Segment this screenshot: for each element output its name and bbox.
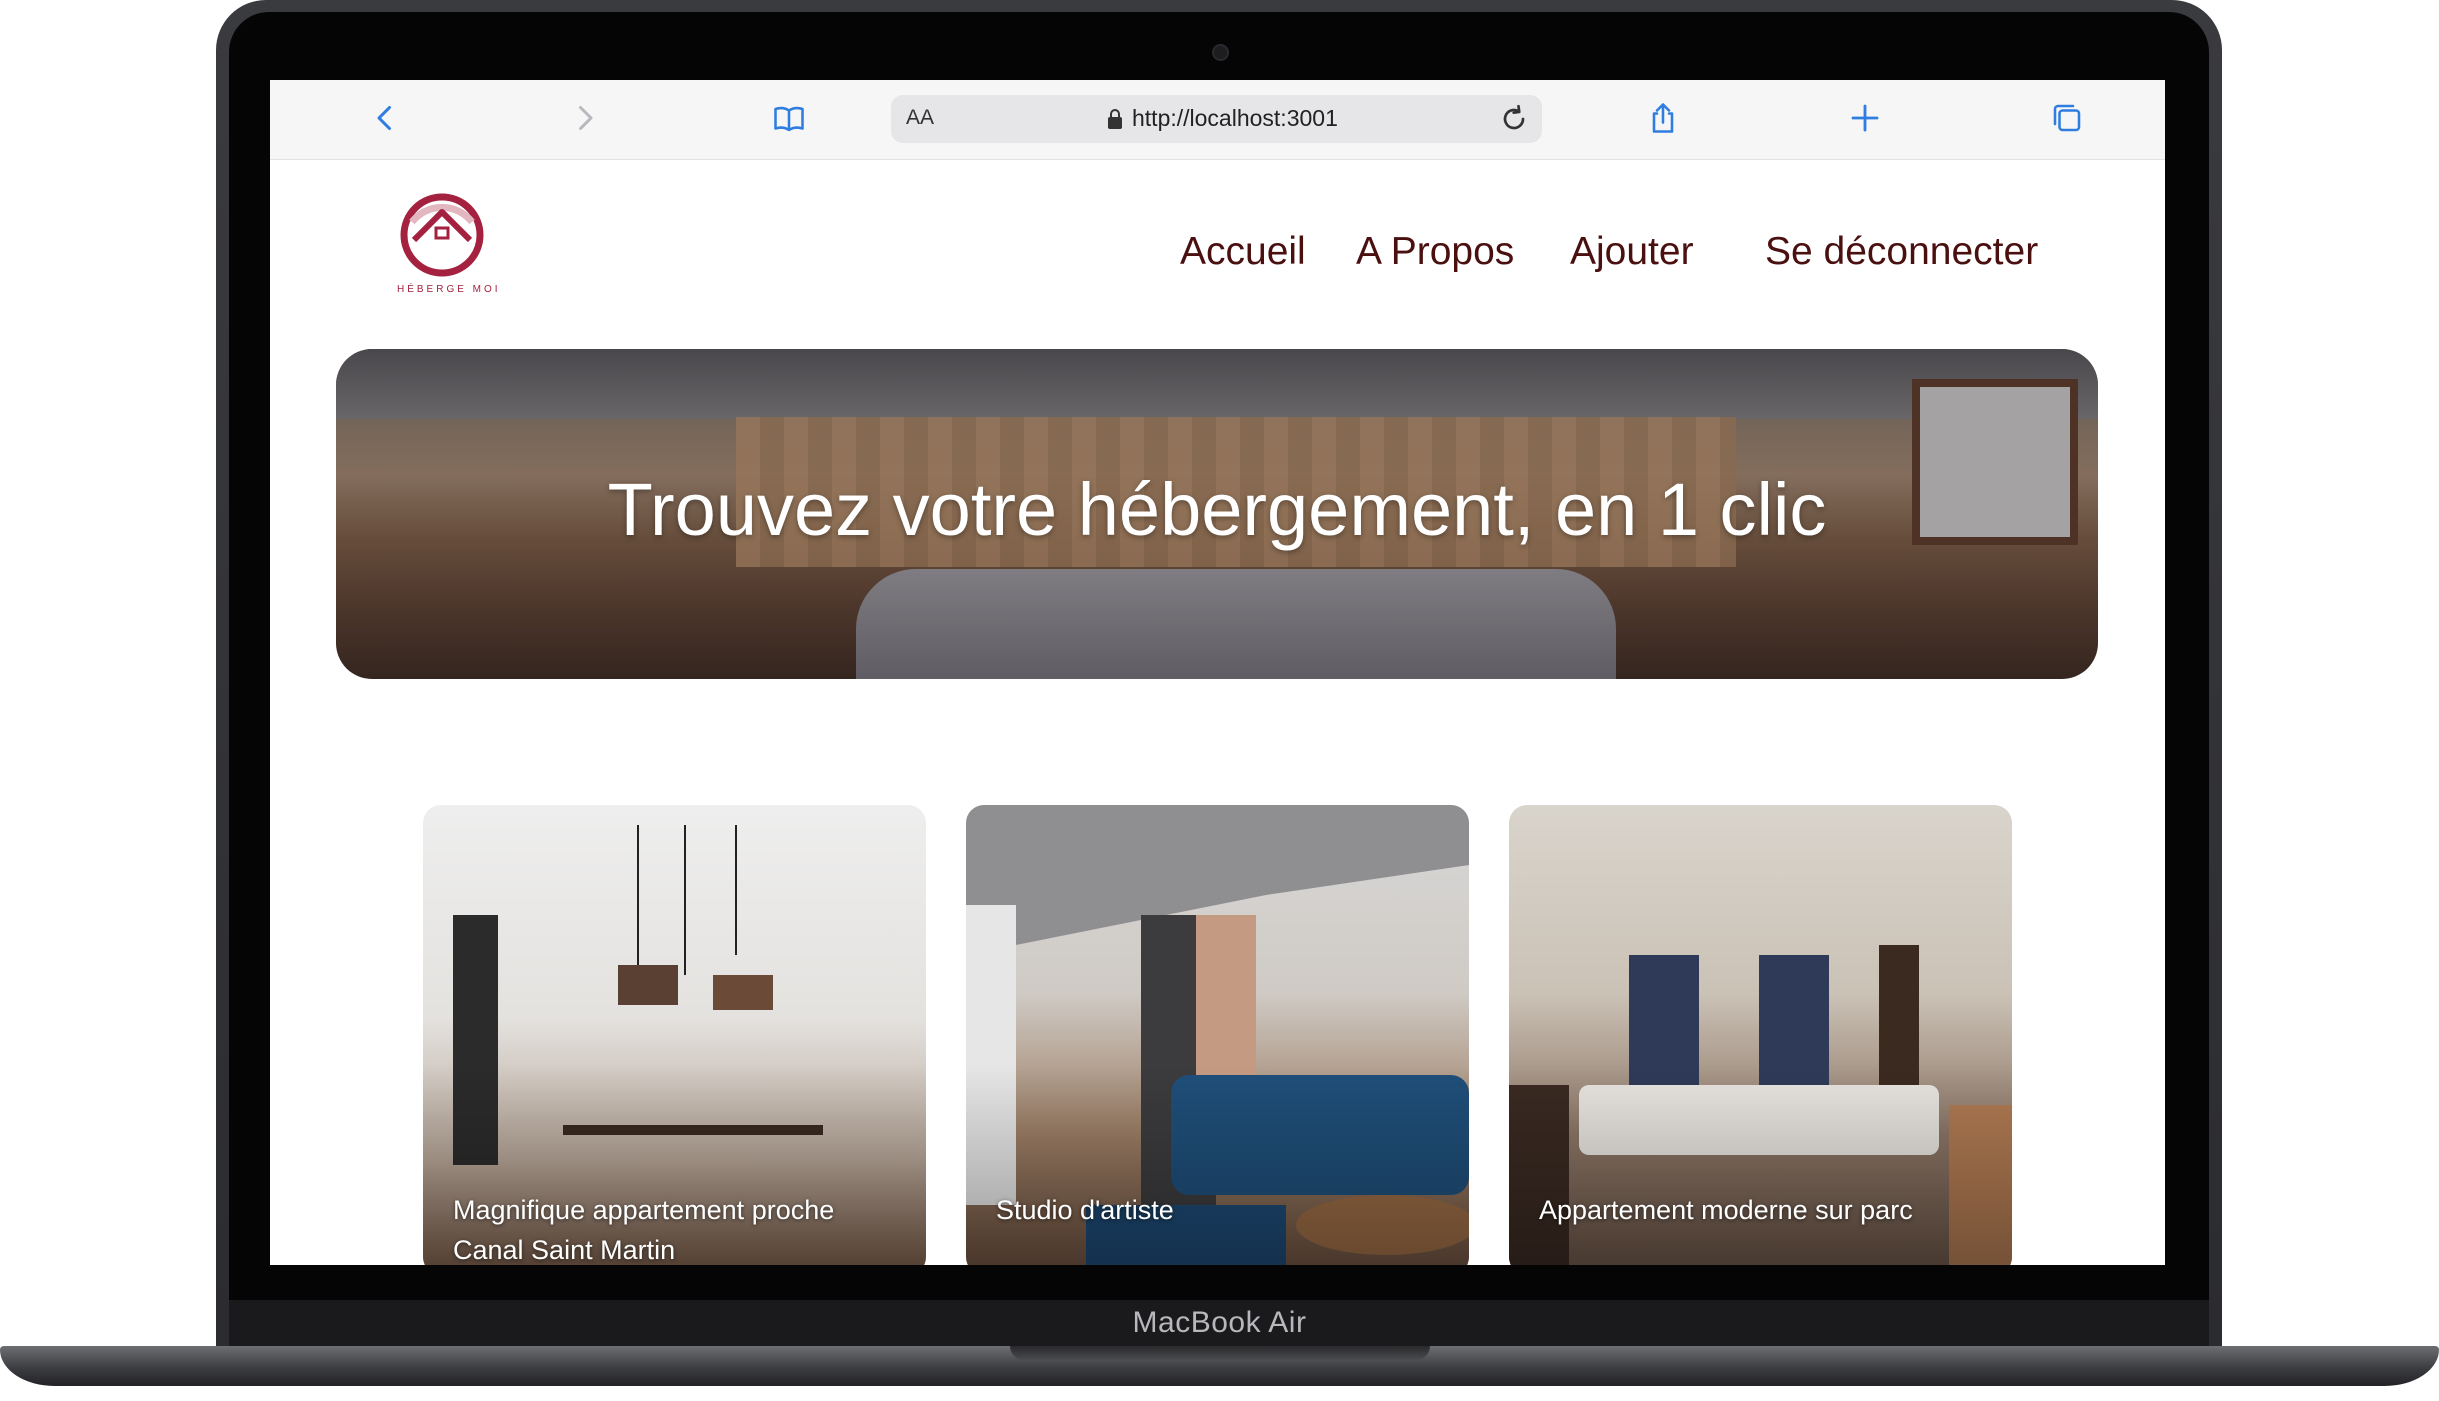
browser-toolbar: AA http://localhost:3001 — [270, 80, 2165, 160]
listing-card[interactable]: Magnifique appartement proche Canal Sain… — [423, 805, 926, 1265]
listing-title: Magnifique appartement proche Canal Sain… — [453, 1195, 835, 1265]
listing-card[interactable]: Studio d'artiste — [966, 805, 1469, 1265]
new-tab-icon[interactable] — [1845, 98, 1885, 138]
listing-title: Studio d'artiste — [996, 1195, 1174, 1225]
reload-icon[interactable] — [1496, 101, 1532, 137]
nav-se-deconnecter[interactable]: Se déconnecter — [1765, 230, 2038, 280]
text-size-button[interactable]: AA — [906, 106, 934, 130]
forward-icon[interactable] — [565, 98, 605, 138]
logo-text: HÉBERGE MOI — [397, 284, 501, 295]
camera-icon — [1212, 44, 1229, 61]
hero-banner: Trouvez votre hébergement, en 1 clic — [336, 349, 2098, 679]
url-text: http://localhost:3001 — [1132, 105, 1338, 131]
share-icon[interactable] — [1643, 98, 1683, 138]
back-icon[interactable] — [365, 98, 405, 138]
nav-accueil[interactable]: Accueil — [1180, 230, 1306, 280]
tabs-icon[interactable] — [2047, 98, 2087, 138]
lock-icon — [1108, 109, 1122, 129]
bookmarks-icon[interactable] — [769, 98, 809, 138]
nav-a-propos[interactable]: A Propos — [1356, 230, 1514, 280]
laptop-notch — [1010, 1346, 1430, 1360]
device-label: MacBook Air — [1132, 1306, 1307, 1339]
listing-title: Appartement moderne sur parc — [1539, 1195, 1913, 1225]
listing-card[interactable]: Appartement moderne sur parc — [1509, 805, 2012, 1265]
address-bar[interactable]: AA http://localhost:3001 — [891, 95, 1542, 143]
browser-screen: AA http://localhost:3001 HÉBERGE MOI Acc… — [270, 80, 2165, 1265]
hero-title: Trouvez votre hébergement, en 1 clic — [607, 468, 1827, 551]
nav-ajouter[interactable]: Ajouter — [1570, 230, 1694, 280]
